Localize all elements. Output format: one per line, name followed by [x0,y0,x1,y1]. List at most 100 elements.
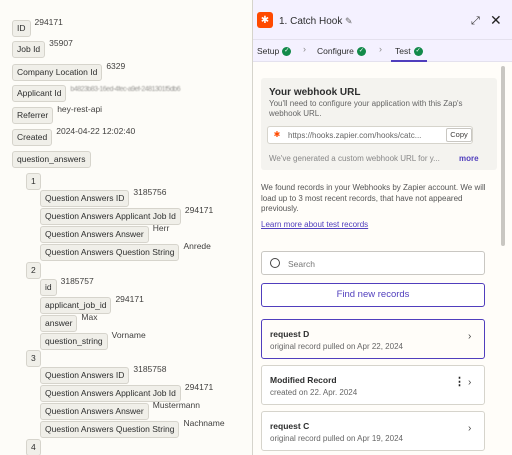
find-new-records-button[interactable]: Find new records [261,283,485,307]
scrollbar-thumb[interactable] [501,66,505,246]
tab-test[interactable]: Test ✓ [395,46,423,56]
answer-index: 3 [26,350,41,367]
webhook-description: You'll need to configure your applicatio… [269,99,463,118]
field-value: 3185757 [60,276,94,286]
panel-header: ✱ 1. Catch Hook ✎ ⤢ ✕ [253,0,512,40]
field-row: Company Location Id 6329 [12,61,126,81]
answer-field-row: Question Answers ID 3185756 [40,187,167,207]
field-key: Referrer [12,107,54,124]
answer-index: 4 [26,439,41,455]
record-item[interactable]: request C original record pulled on Apr … [261,411,485,451]
scrollbar[interactable] [501,64,507,455]
field-row: Applicant Id b4823b83-16ed-4fec-a9ef-248… [12,85,181,102]
tab-label: Setup [257,46,280,56]
field-row: Referrer hey-rest-api [12,104,103,124]
search-input[interactable]: Search [261,251,485,275]
record-item[interactable]: request D original record pulled on Apr … [261,319,485,359]
field-value: Max [81,312,98,322]
learn-more-link[interactable]: Learn more about test records [261,220,368,229]
field-value: Mustermann [152,400,200,410]
webhook-note: We've generated a custom webhook URL for… [269,154,440,163]
answer-index: 2 [26,262,41,279]
tab-label: Configure [317,46,354,56]
chevron-right-icon: › [468,423,472,434]
expand-icon[interactable]: ⤢ [471,15,480,28]
zapier-logo-icon: ✱ [257,12,273,28]
field-value: 35907 [49,38,73,48]
zapier-logo-icon: ✱ [273,130,281,139]
check-circle-icon: ✓ [282,46,292,56]
answer-field-row: Question Answers Question String Nachnam… [40,418,225,438]
step-panel: ✱ 1. Catch Hook ✎ ⤢ ✕ Setup ✓ › Configur… [252,0,512,455]
field-value: 294171 [115,294,144,304]
search-placeholder: Search [288,259,315,269]
field-value: Herr [152,223,170,233]
active-tab-indicator [391,60,427,62]
close-icon[interactable]: ✕ [490,12,502,29]
field-value: 3185756 [133,187,167,197]
field-row: question_answers [12,151,91,168]
field-value: 3185758 [133,364,167,374]
chevron-right-icon: › [468,331,472,342]
field-key: Question Answers Answer [40,226,149,243]
field-key: applicant_job_id [40,297,112,314]
field-value: 294171 [184,205,214,215]
chevron-right-icon: › [303,44,306,54]
field-value: 294171 [34,17,63,27]
more-link[interactable]: more [459,154,479,163]
record-item[interactable]: Modified Record created on 22. Apr. 2024… [261,365,485,405]
answer-field-row: Question Answers Applicant Job Id 294171 [40,205,214,225]
field-key: Question Answers Question String [40,244,180,261]
tab-configure[interactable]: Configure ✓ [317,46,366,56]
record-title: request C [270,421,310,431]
answer-field-row: answer Max [40,312,98,332]
field-key: Question Answers Answer [40,403,149,420]
answer-field-row: question_string Vorname [40,330,146,350]
check-circle-icon: ✓ [413,46,423,56]
answer-field-row: id 3185757 [40,276,94,296]
answer-index: 1 [26,173,41,190]
answer-field-row: Question Answers Question String Anrede [40,241,211,261]
field-key: question_string [40,333,108,350]
field-value: Nachname [183,418,225,428]
field-row: Job Id 35907 [12,38,73,58]
record-subtitle: created on 22. Apr. 2024 [270,388,358,397]
check-circle-icon: ✓ [356,46,366,56]
field-key: Created [12,129,53,146]
field-row: ID 294171 [12,17,63,37]
record-subtitle: original record pulled on Apr 19, 2024 [270,434,403,443]
field-value: hey-rest-api [57,104,103,114]
webhook-url[interactable]: https://hooks.zapier.com/hooks/catc... [288,131,421,140]
tab-setup[interactable]: Setup ✓ [257,46,292,56]
field-value: 6329 [106,61,126,71]
field-key: Question Answers ID [40,190,130,207]
field-value: 294171 [184,382,214,392]
more-vertical-icon[interactable]: ⋮ [454,375,465,388]
step-title[interactable]: 1. Catch Hook [279,16,342,27]
field-key: Question Answers Question String [40,421,180,438]
pencil-icon[interactable]: ✎ [345,16,353,27]
answer-field-row: Question Answers ID 3185758 [40,364,167,384]
field-key: answer [40,315,78,332]
field-value: Vorname [111,330,146,340]
field-key: Company Location Id [12,64,103,81]
answer-field-row: Question Answers Answer Herr [40,223,170,243]
record-title: Modified Record [270,375,337,385]
record-data-panel: ID 294171 Job Id 35907 Company Location … [0,0,252,455]
field-key: id [40,279,57,296]
copy-button[interactable]: Copy [446,128,472,142]
webhook-title: Your webhook URL [269,87,361,98]
search-icon [270,258,280,268]
answer-field-row: Question Answers Answer Mustermann [40,400,200,420]
found-records-text: We found records in your Webhooks by Zap… [261,183,486,213]
record-title: request D [270,329,310,339]
field-value: b4823b83-16ed-4fec-a9ef-2481301f5db6 [70,86,181,93]
chevron-right-icon: › [468,377,472,388]
webhook-url-field[interactable]: ✱ https://hooks.zapier.com/hooks/catc...… [267,126,473,144]
record-subtitle: original record pulled on Apr 22, 2024 [270,342,403,351]
field-value: Anrede [183,241,211,251]
tab-label: Test [395,46,411,56]
step-tabs: Setup ✓ › Configure ✓ › Test ✓ [253,40,512,62]
field-key: question_answers [12,151,91,168]
field-key: ID [12,20,31,37]
